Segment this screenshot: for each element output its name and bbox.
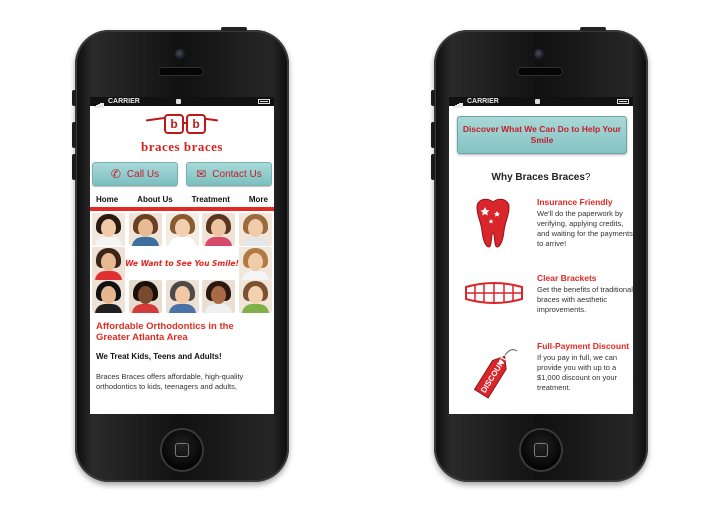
logo-badge-2: b <box>186 114 206 134</box>
carrier-label: CARRIER <box>107 98 140 105</box>
status-bar: CARRIER <box>449 97 633 108</box>
contact-us-label: Contact Us <box>212 168 262 180</box>
main-nav: Home About Us Treatment More <box>90 194 274 206</box>
envelope-icon: ✉ <box>196 167 207 181</box>
phone-left: CARRIER b b braces braces ✆ Call Us ✉ Co… <box>72 27 289 482</box>
tooth-icon <box>476 198 510 248</box>
speaker-grille <box>159 68 203 75</box>
face-photo <box>165 213 199 246</box>
why-heading: Why Braces Braces? <box>449 172 633 183</box>
face-photo <box>92 213 125 246</box>
nav-more[interactable]: More <box>249 194 268 206</box>
cta-row: ✆ Call Us ✉ Contact Us <box>90 162 274 186</box>
feature-desc: We'll do the paperwork by verifying, app… <box>537 209 633 248</box>
face-photo <box>128 213 162 246</box>
page-heading: Affordable Orthodontics in the Greater A… <box>96 321 234 343</box>
mute-switch <box>431 90 435 106</box>
face-photo <box>202 213 236 246</box>
volume-down-button <box>72 154 76 180</box>
face-photo <box>239 280 272 313</box>
feature-clear-brackets: Clear Brackets Get the benefits of tradi… <box>449 273 633 343</box>
phone-icon: ✆ <box>110 167 121 181</box>
smile-banner: We Want to See You Smile! <box>125 258 239 268</box>
feature-title: Full-Payment Discount <box>537 341 630 351</box>
home-button[interactable] <box>521 430 561 470</box>
lock-icon <box>176 99 181 104</box>
nav-treatment[interactable]: Treatment <box>192 194 230 206</box>
mute-switch <box>72 90 76 106</box>
phone-right: CARRIER Discover What We Can Do to Help … <box>431 27 648 482</box>
call-us-label: Call Us <box>126 168 160 180</box>
intro-paragraph: Braces Braces offers affordable, high-qu… <box>96 372 244 391</box>
signal-icon <box>453 99 463 108</box>
face-photo <box>165 280 199 313</box>
why-question-mark: ? <box>584 172 591 183</box>
feature-title: Insurance Friendly <box>537 197 613 207</box>
call-us-button[interactable]: ✆ Call Us <box>92 162 178 186</box>
volume-down-button <box>431 154 435 180</box>
carrier-label: CARRIER <box>466 98 499 105</box>
power-button <box>580 27 606 31</box>
screen-left: CARRIER b b braces braces ✆ Call Us ✉ Co… <box>90 97 274 414</box>
discover-button[interactable]: Discover What We Can Do to Help Your Smi… <box>457 116 627 154</box>
screen-right: CARRIER Discover What We Can Do to Help … <box>449 97 633 414</box>
why-title: Why Braces Braces <box>491 172 585 183</box>
face-photo <box>202 280 236 313</box>
page-subheading: We Treat Kids, Teens and Adults! <box>96 352 222 361</box>
status-bar: CARRIER <box>90 97 274 108</box>
camera-icon <box>534 49 545 60</box>
battery-icon <box>258 99 270 104</box>
mockup-stage: CARRIER b b braces braces ✆ Call Us ✉ Co… <box>0 0 720 515</box>
nav-underline <box>90 207 274 211</box>
feature-desc: Get the benefits of traditional braces w… <box>537 285 633 314</box>
volume-up-button <box>72 122 76 148</box>
braces-icon <box>465 282 523 304</box>
face-photo <box>239 246 272 280</box>
home-square-icon <box>175 443 189 457</box>
feature-insurance: Insurance Friendly We'll do the paperwor… <box>449 195 633 265</box>
speaker-grille <box>518 68 562 75</box>
discount-tag-icon: DISCOUNT <box>473 349 518 399</box>
photo-collage: We Want to See You Smile! <box>90 213 274 315</box>
face-photo <box>92 280 125 313</box>
home-square-icon <box>534 443 548 457</box>
volume-up-button <box>431 122 435 148</box>
face-photo <box>128 280 162 313</box>
feature-full-payment-discount: DISCOUNT Full-Payment Discount If you pa… <box>449 341 633 411</box>
nav-about-us[interactable]: About Us <box>137 194 173 206</box>
nav-home[interactable]: Home <box>96 194 118 206</box>
battery-icon <box>617 99 629 104</box>
power-button <box>221 27 247 31</box>
logo[interactable]: b b braces braces <box>90 106 274 160</box>
logo-badge-1: b <box>164 114 184 134</box>
face-photo <box>239 213 272 246</box>
lock-icon <box>535 99 540 104</box>
logo-text: braces braces <box>141 139 223 154</box>
camera-icon <box>175 49 186 60</box>
feature-desc: If you pay in full, we can provide you w… <box>537 353 618 392</box>
face-photo <box>92 246 125 280</box>
feature-title: Clear Brackets <box>537 273 597 283</box>
home-button[interactable] <box>162 430 202 470</box>
intro-content: Affordable Orthodontics in the Greater A… <box>90 315 274 392</box>
contact-us-button[interactable]: ✉ Contact Us <box>186 162 272 186</box>
